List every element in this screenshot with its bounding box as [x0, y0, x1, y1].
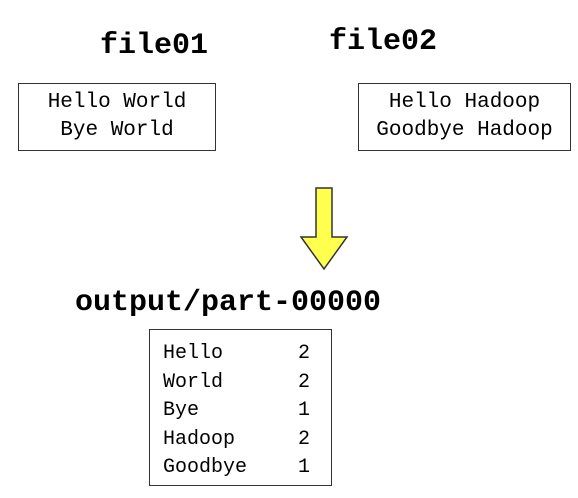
output-word: World — [163, 370, 224, 394]
output-row: World 2 — [163, 369, 331, 398]
down-arrow-shape — [299, 187, 349, 271]
output-row: Goodbye 1 — [163, 454, 331, 483]
file01-title: file01 — [100, 29, 209, 63]
output-word: Goodbye — [163, 456, 248, 479]
output-count: 1 — [298, 456, 311, 479]
file02-box: Hello Hadoop Goodbye Hadoop — [358, 83, 571, 151]
file01-line-2: Bye World — [60, 119, 174, 142]
file01-line-1: Hello World — [47, 91, 187, 114]
file02-line-2: Goodbye Hadoop — [376, 119, 553, 142]
output-row: Bye 1 — [163, 397, 331, 426]
file02-line-1: Hello Hadoop — [388, 91, 541, 114]
file01-box: Hello World Bye World — [18, 83, 216, 151]
output-word: Hello — [163, 342, 224, 365]
output-count: 2 — [298, 427, 311, 451]
output-word: Hadoop — [163, 427, 236, 451]
output-row: Hello 2 — [163, 340, 331, 369]
output-title: output/part-00000 — [75, 286, 382, 320]
output-count: 1 — [298, 399, 311, 422]
output-count: 2 — [298, 370, 311, 394]
output-count: 2 — [298, 342, 311, 365]
output-row: Hadoop 2 — [163, 426, 331, 455]
output-box: Hello 2 World 2 Bye 1 Hadoop 2 Goodbye 1 — [149, 329, 332, 486]
down-arrow-icon — [299, 187, 349, 271]
output-word: Bye — [163, 399, 200, 422]
file02-title: file02 — [329, 25, 438, 59]
